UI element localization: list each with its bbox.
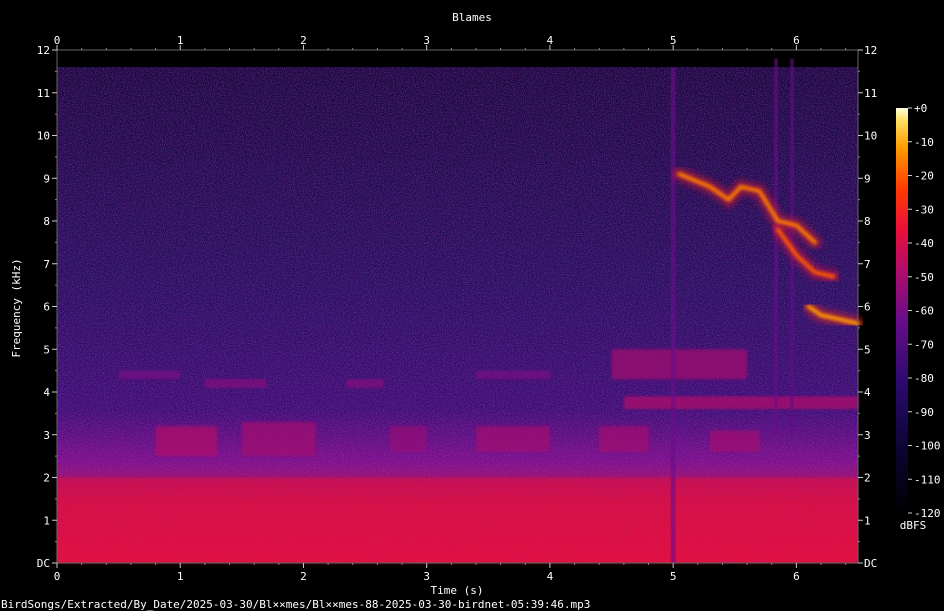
x-axis-label: Time (s) — [431, 584, 484, 597]
colorbar-tick-label: -100 — [914, 440, 941, 453]
tonal-line — [204, 379, 267, 388]
colorbar-label: dBFS — [900, 519, 927, 532]
energy-band — [623, 396, 858, 410]
y-tick-label: 1 — [864, 514, 871, 527]
x-axis-top: 0 1 2 3 4 5 6 — [54, 34, 847, 50]
y-tick-label: 4 — [864, 386, 871, 399]
y-tick-label: 9 — [43, 172, 50, 185]
colorbar-tick-label: -30 — [914, 203, 934, 216]
x-tick-label: 4 — [547, 34, 554, 47]
x-tick-label: 6 — [793, 570, 800, 583]
y-tick-label: 8 — [43, 215, 50, 228]
vertical-click — [774, 58, 778, 435]
y-tick-label: DC — [864, 557, 877, 570]
colorbar-tick-label: -70 — [914, 338, 934, 351]
y-tick-label: 1 — [43, 514, 50, 527]
colorbar-gradient — [896, 108, 908, 513]
y-tick-label: 7 — [864, 258, 871, 271]
y-tick-label: DC — [37, 557, 50, 570]
syllable-cluster — [389, 426, 427, 452]
y-axis-left: DC123456789101112 — [37, 44, 57, 570]
y-tick-label: 8 — [864, 215, 871, 228]
y-tick-label: 5 — [864, 343, 871, 356]
y-tick-label: 6 — [864, 301, 871, 314]
colorbar-tick-label: -60 — [914, 305, 934, 318]
x-tick-label: 5 — [670, 570, 677, 583]
y-tick-label: 6 — [43, 301, 50, 314]
colorbar-tick-label: -20 — [914, 170, 934, 183]
syllable-cluster — [155, 426, 218, 457]
vertical-click — [670, 67, 676, 563]
x-tick-label: 1 — [177, 34, 184, 47]
y-tick-label: 9 — [864, 172, 871, 185]
y-axis-right: DC123456789101112 — [858, 44, 877, 570]
chart-title: Blames — [452, 11, 492, 24]
y-tick-label: 3 — [43, 429, 50, 442]
y-tick-label: 3 — [864, 429, 871, 442]
y-tick-label: 11 — [864, 87, 877, 100]
x-tick-label: 6 — [793, 34, 800, 47]
syllable-cluster — [599, 426, 649, 452]
x-tick-label: 3 — [423, 570, 430, 583]
syllable-cluster — [710, 430, 760, 452]
colorbar-tick-label: -10 — [914, 136, 934, 149]
colorbar-tick-label: -40 — [914, 237, 934, 250]
x-tick-label: 3 — [423, 34, 430, 47]
x-tick-label: 5 — [670, 34, 677, 47]
colorbar: +0-10-20-30-40-50-60-70-80-90-100-110-12… — [896, 102, 941, 532]
y-tick-label: 2 — [864, 472, 871, 485]
syllable-cluster — [241, 421, 316, 457]
x-tick-label: 0 — [54, 34, 61, 47]
y-tick-label: 11 — [37, 87, 50, 100]
x-tick-label: 2 — [300, 34, 307, 47]
y-tick-label: 12 — [37, 44, 50, 57]
colorbar-ticks: +0-10-20-30-40-50-60-70-80-90-100-110-12… — [908, 102, 941, 520]
x-axis-bottom: 0 1 2 3 4 5 6 — [54, 563, 847, 583]
colorbar-tick-label: +0 — [914, 102, 927, 115]
energy-band — [611, 349, 748, 380]
y-tick-label: 12 — [864, 44, 877, 57]
colorbar-tick-label: -50 — [914, 271, 934, 284]
colorbar-tick-label: -90 — [914, 406, 934, 419]
y-axis-label: Frequency (kHz) — [10, 258, 23, 357]
y-tick-label: 2 — [43, 472, 50, 485]
x-tick-label: 4 — [547, 570, 554, 583]
y-tick-label: 10 — [37, 130, 50, 143]
spectrogram-top-dark-band — [57, 50, 858, 68]
x-tick-label: 2 — [300, 570, 307, 583]
tonal-line — [476, 370, 550, 380]
colorbar-tick-label: -80 — [914, 372, 934, 385]
spectrogram-plot — [57, 50, 865, 563]
y-tick-label: 7 — [43, 258, 50, 271]
y-tick-label: 10 — [864, 130, 877, 143]
x-tick-label: 1 — [177, 570, 184, 583]
low-frequency-noise-band — [57, 477, 858, 563]
tonal-line — [346, 379, 384, 388]
y-tick-label: 5 — [43, 343, 50, 356]
syllable-cluster — [476, 426, 550, 452]
y-tick-label: 4 — [43, 386, 50, 399]
spectrogram-figure: 0123456 0123456 DC123456789101112 DC1234… — [1, 11, 941, 611]
colorbar-tick-label: -110 — [914, 473, 941, 486]
x-tick-label: 0 — [54, 570, 61, 583]
file-path-footer: BirdSongs/Extracted/By_Date/2025-03-30/B… — [1, 598, 590, 611]
tonal-line — [118, 370, 181, 380]
